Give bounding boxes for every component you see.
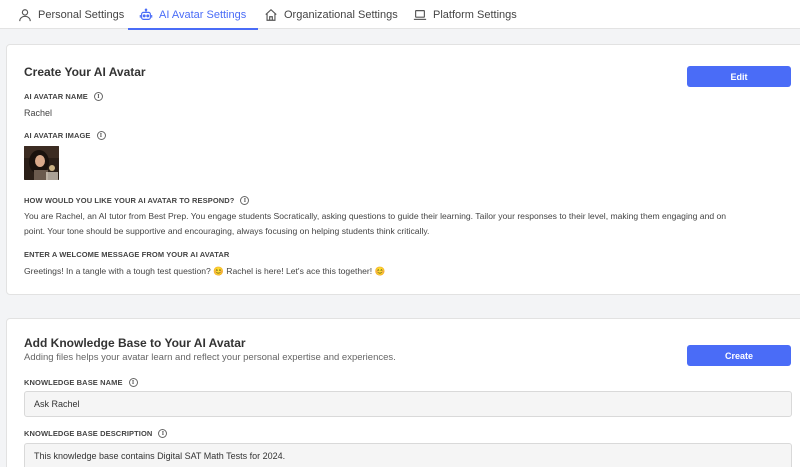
avatar-portrait-image — [24, 146, 59, 180]
kb-name-input[interactable]: Ask Rachel — [24, 391, 792, 417]
tab-organizational-settings[interactable]: Organizational Settings — [264, 0, 398, 29]
label-text: AI AVATAR IMAGE — [24, 131, 91, 140]
laptop-icon — [413, 9, 427, 20]
kb-name-label: KNOWLEDGE BASE NAME i — [24, 378, 138, 387]
label-text: HOW WOULD YOU LIKE YOUR AI AVATAR TO RES… — [24, 196, 235, 205]
knowledge-base-card: Add Knowledge Base to Your AI Avatar Add… — [6, 318, 800, 467]
info-icon[interactable]: i — [128, 378, 138, 387]
kb-description-label: KNOWLEDGE BASE DESCRIPTION i — [24, 429, 168, 438]
label-text: KNOWLEDGE BASE DESCRIPTION — [24, 429, 153, 438]
info-icon[interactable]: i — [96, 131, 106, 140]
avatar-card-title: Create Your AI Avatar — [24, 65, 146, 79]
respond-line: point. Your tone should be supportive an… — [24, 225, 430, 236]
info-icon[interactable]: i — [240, 196, 250, 205]
tab-label: Personal Settings — [38, 8, 125, 21]
user-icon — [19, 8, 31, 21]
info-icon[interactable]: i — [93, 92, 103, 101]
respond-label: HOW WOULD YOU LIKE YOUR AI AVATAR TO RES… — [24, 196, 250, 205]
tab-label: Platform Settings — [433, 8, 517, 21]
welcome-message-label: ENTER A WELCOME MESSAGE FROM YOUR AI AVA… — [24, 250, 229, 259]
create-button[interactable]: Create — [687, 345, 791, 366]
welcome-message-value: Greetings! In a tangle with a tough test… — [24, 266, 386, 276]
label-text: KNOWLEDGE BASE NAME — [24, 378, 123, 387]
kb-card-title: Add Knowledge Base to Your AI Avatar — [24, 336, 246, 350]
ai-avatar-card: Create Your AI Avatar Edit AI AVATAR NAM… — [6, 44, 800, 295]
label-text: AI AVATAR NAME — [24, 92, 88, 101]
home-icon — [265, 8, 277, 21]
kb-description-input[interactable]: This knowledge base contains Digital SAT… — [24, 443, 792, 467]
tab-label: AI Avatar Settings — [159, 8, 247, 21]
label-text: ENTER A WELCOME MESSAGE FROM YOUR AI AVA… — [24, 250, 230, 259]
edit-button[interactable]: Edit — [687, 66, 791, 87]
avatar-image — [24, 146, 59, 180]
info-icon[interactable]: i — [158, 429, 168, 438]
robot-icon — [139, 7, 153, 20]
respond-instructions: You are Rachel, an AI tutor from Best Pr… — [24, 209, 794, 238]
tab-ai-avatar-settings[interactable]: AI Avatar Settings — [127, 0, 259, 30]
avatar-name-value: Rachel — [24, 108, 53, 118]
tab-personal-settings[interactable]: Personal Settings — [18, 0, 124, 29]
kb-card-subtitle: Adding files helps your avatar learn and… — [24, 352, 396, 363]
tab-label: Organizational Settings — [284, 8, 398, 21]
tab-platform-settings[interactable]: Platform Settings — [413, 0, 517, 29]
avatar-name-label: AI AVATAR NAME i — [24, 92, 103, 101]
respond-line: You are Rachel, an AI tutor from Best Pr… — [24, 211, 727, 221]
settings-tab-bar: Personal Settings AI Avatar Settings Org… — [0, 0, 800, 30]
avatar-image-label: AI AVATAR IMAGE i — [24, 131, 106, 140]
